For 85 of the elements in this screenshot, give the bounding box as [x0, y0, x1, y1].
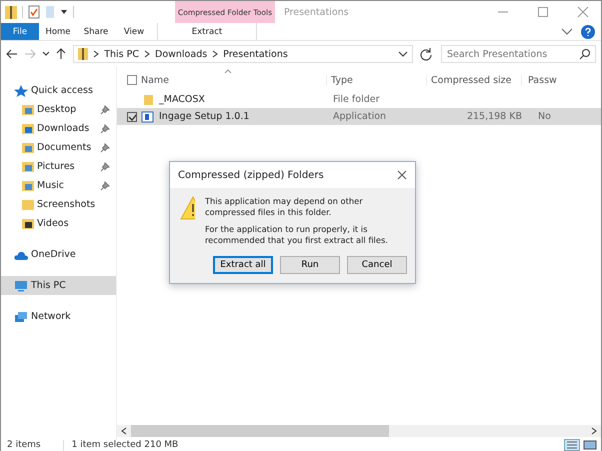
details-view-icon[interactable] — [565, 440, 579, 450]
folder-icon — [22, 142, 34, 154]
thumbnail-view-icon[interactable] — [583, 440, 597, 450]
folder-icon — [22, 198, 34, 210]
star-icon — [14, 84, 28, 96]
maximize-icon[interactable] — [537, 6, 549, 18]
sidebar-item[interactable]: Documents — [1, 138, 116, 157]
up-icon[interactable] — [55, 48, 68, 60]
warning-icon — [180, 196, 195, 220]
column-header[interactable]: Passw — [521, 74, 601, 86]
dialog-title: Compressed (zipped) Folders — [178, 170, 324, 180]
breadcrumb[interactable]: This PC — [104, 48, 139, 60]
sort-up-icon — [224, 69, 232, 74]
address-bar[interactable]: This PC Downloads Presentations — [73, 45, 414, 63]
sidebar-item[interactable]: Pictures — [1, 157, 116, 176]
folder-icon — [141, 94, 155, 106]
sidebar-item[interactable]: OneDrive — [1, 245, 116, 264]
dialog-button[interactable]: Extract all — [213, 256, 273, 274]
column-header[interactable]: Type — [326, 74, 426, 86]
recent-locations-icon[interactable] — [42, 50, 50, 58]
computer-icon — [14, 280, 28, 292]
ribbon-tab[interactable]: File — [1, 23, 39, 40]
breadcrumb[interactable]: Presentations — [223, 48, 288, 60]
sidebar-item[interactable]: Screenshots — [1, 195, 116, 214]
sidebar-item[interactable]: Videos — [1, 214, 116, 233]
pin-icon[interactable] — [100, 124, 110, 134]
file-name: _MACOSX — [158, 94, 206, 105]
pin-icon[interactable] — [100, 162, 110, 172]
folder-icon — [22, 218, 34, 230]
close-icon[interactable] — [397, 170, 407, 180]
file-name: Ingage Setup 1.0.1 — [158, 111, 250, 122]
back-icon[interactable] — [6, 48, 18, 60]
dialog-button[interactable]: Cancel — [347, 256, 407, 274]
ribbon-tab[interactable]: Home — [39, 23, 77, 40]
breadcrumb[interactable]: Downloads — [155, 48, 208, 60]
search-icon — [579, 48, 592, 60]
ribbon-tab[interactable]: View — [115, 23, 153, 40]
folder-icon — [22, 104, 34, 116]
folder-icon — [22, 122, 34, 134]
file-row[interactable]: Ingage Setup 1.0.1 Application 215,198 KB No — [117, 108, 601, 125]
row-checkbox[interactable] — [127, 112, 137, 122]
pin-icon[interactable] — [100, 104, 110, 114]
sidebar-item[interactable]: This PC — [1, 276, 116, 295]
sidebar-item[interactable]: Network — [1, 307, 116, 326]
chevron-right-icon — [144, 50, 150, 58]
properties-icon[interactable] — [28, 5, 40, 19]
password-cell-text: No — [537, 111, 552, 122]
file-row[interactable]: _MACOSX File folder — [117, 91, 601, 108]
dropdown-icon[interactable] — [60, 8, 68, 16]
sidebar-item[interactable]: Downloads — [1, 119, 116, 138]
file-type: File folder — [332, 94, 380, 105]
sidebar-item[interactable]: Quick access — [1, 81, 116, 100]
ribbon-tab[interactable]: Extract — [157, 23, 257, 40]
folder-zip-icon — [78, 47, 88, 61]
chevron-down-icon[interactable] — [561, 26, 573, 36]
sidebar-item[interactable]: Music — [1, 176, 116, 195]
select-all-checkbox[interactable] — [127, 75, 137, 85]
network-icon — [14, 310, 28, 322]
chevron-right-icon — [212, 50, 218, 58]
chevron-right-icon — [93, 50, 100, 58]
application-icon — [141, 110, 155, 122]
sidebar-item[interactable]: Desktop — [1, 100, 116, 119]
help-icon[interactable] — [581, 24, 595, 38]
file-type: Application — [332, 111, 388, 122]
chevron-down-icon[interactable] — [398, 50, 408, 58]
dialog-message: For the application to run properly, it is recommended that you first extract all files. — [204, 224, 389, 246]
status-item-count: 2 items — [7, 440, 41, 451]
column-header[interactable]: Name — [141, 74, 326, 86]
scroll-right-icon[interactable] — [590, 427, 598, 435]
status-selection: 1 item selected 210 MB — [62, 440, 178, 451]
column-header[interactable]: Compressed size — [426, 74, 521, 86]
scroll-left-icon[interactable] — [120, 427, 128, 435]
pin-icon[interactable] — [100, 180, 110, 190]
window-title: Presentations — [284, 6, 349, 18]
horizontal-scrollbar[interactable] — [117, 425, 601, 437]
pin-icon[interactable] — [100, 142, 110, 152]
folder-icon — [22, 180, 34, 192]
folder-icon — [22, 160, 34, 172]
search-field[interactable]: Search Presentations — [440, 45, 596, 63]
file-size: 215,198 KB — [466, 111, 523, 122]
ribbon-tab[interactable]: Share — [77, 23, 115, 40]
dialog-button[interactable]: Run — [280, 256, 340, 274]
folder-zip-icon — [5, 4, 17, 20]
dialog-message: This application may depend on other compressed files in this folder. — [204, 196, 364, 218]
refresh-icon[interactable] — [419, 47, 433, 61]
